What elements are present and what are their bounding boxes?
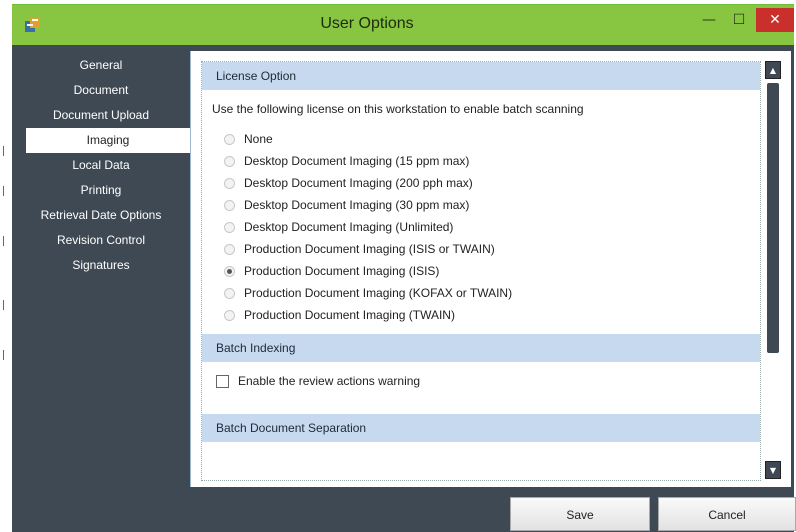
save-button[interactable]: Save xyxy=(510,497,650,531)
sidebar-item-local-data[interactable]: Local Data xyxy=(12,153,190,178)
radio-button[interactable] xyxy=(224,199,235,211)
license-radio-group: None Desktop Document Imaging (15 ppm ma… xyxy=(202,128,760,326)
sidebar-item-printing[interactable]: Printing xyxy=(12,178,190,203)
background-glyph xyxy=(3,186,10,196)
license-option[interactable]: Production Document Imaging (ISIS or TWA… xyxy=(202,238,760,260)
license-option[interactable]: Desktop Document Imaging (30 ppm max) xyxy=(202,194,760,216)
radio-button[interactable] xyxy=(224,243,235,255)
scroll-viewport: License Option Use the following license… xyxy=(201,61,761,481)
maximize-button[interactable]: ☐ xyxy=(726,9,752,31)
radio-button[interactable] xyxy=(224,287,235,299)
sidebar-item-retrieval-date-options[interactable]: Retrieval Date Options xyxy=(12,203,190,228)
close-button[interactable]: ✕ xyxy=(756,8,794,32)
options-content-panel: License Option Use the following license… xyxy=(190,51,791,487)
title-bar[interactable]: User Options — ☐ ✕ xyxy=(12,5,794,45)
scroll-down-button[interactable]: ▼ xyxy=(765,461,781,479)
window-title: User Options xyxy=(320,15,414,32)
sidebar-item-general[interactable]: General xyxy=(12,53,190,78)
license-option-label: Desktop Document Imaging (30 ppm max) xyxy=(244,198,470,212)
sidebar-item-document[interactable]: Document xyxy=(12,78,190,103)
radio-button[interactable] xyxy=(224,221,235,233)
license-option-label: Production Document Imaging (KOFAX or TW… xyxy=(244,286,513,300)
radio-button[interactable] xyxy=(224,265,235,277)
radio-button[interactable] xyxy=(224,155,235,167)
radio-button[interactable] xyxy=(224,309,235,321)
section-header-license: License Option xyxy=(202,62,760,90)
background-window-strip xyxy=(0,0,12,531)
minimize-button[interactable]: — xyxy=(696,9,722,31)
license-option[interactable]: Production Document Imaging (KOFAX or TW… xyxy=(202,282,760,304)
options-sidebar: General Document Document Upload Imaging… xyxy=(12,53,190,278)
scroll-up-button[interactable]: ▲ xyxy=(765,61,781,79)
background-glyph xyxy=(3,146,10,156)
license-option-label: Production Document Imaging (ISIS) xyxy=(244,264,440,278)
license-option-label: Desktop Document Imaging (200 pph max) xyxy=(244,176,473,190)
sidebar-item-signatures[interactable]: Signatures xyxy=(12,253,190,278)
license-option[interactable]: Production Document Imaging (ISIS) xyxy=(202,260,760,282)
license-option-label: None xyxy=(244,132,273,146)
license-option-label: Production Document Imaging (TWAIN) xyxy=(244,308,455,322)
license-option[interactable]: Desktop Document Imaging (15 ppm max) xyxy=(202,150,760,172)
review-warning-label: Enable the review actions warning xyxy=(238,374,421,388)
background-glyph xyxy=(3,350,10,360)
cancel-button[interactable]: Cancel xyxy=(658,497,796,531)
background-glyph xyxy=(3,236,10,246)
sidebar-item-revision-control[interactable]: Revision Control xyxy=(12,228,190,253)
background-glyph xyxy=(3,300,10,310)
vertical-scrollbar[interactable]: ▲ ▼ xyxy=(763,61,783,479)
sidebar-item-imaging[interactable]: Imaging xyxy=(26,128,190,153)
sidebar-item-document-upload[interactable]: Document Upload xyxy=(12,103,190,128)
license-option-label: Desktop Document Imaging (Unlimited) xyxy=(244,220,454,234)
license-option[interactable]: Desktop Document Imaging (Unlimited) xyxy=(202,216,760,238)
section-header-batch-indexing: Batch Indexing xyxy=(202,334,760,362)
radio-button[interactable] xyxy=(224,177,235,189)
license-option[interactable]: Production Document Imaging (TWAIN) xyxy=(202,304,760,326)
review-warning-option[interactable]: Enable the review actions warning xyxy=(202,362,760,400)
license-option[interactable]: None xyxy=(202,128,760,150)
license-option[interactable]: Desktop Document Imaging (200 pph max) xyxy=(202,172,760,194)
user-options-dialog: User Options — ☐ ✕ General Document Docu… xyxy=(12,4,796,532)
review-warning-checkbox[interactable] xyxy=(216,374,229,388)
license-option-label: Production Document Imaging (ISIS or TWA… xyxy=(244,242,495,256)
radio-button[interactable] xyxy=(224,133,235,145)
section-header-batch-separation: Batch Document Separation xyxy=(202,414,760,442)
license-option-label: Desktop Document Imaging (15 ppm max) xyxy=(244,154,470,168)
scroll-thumb[interactable] xyxy=(767,83,779,353)
license-description: Use the following license on this workst… xyxy=(212,102,584,116)
